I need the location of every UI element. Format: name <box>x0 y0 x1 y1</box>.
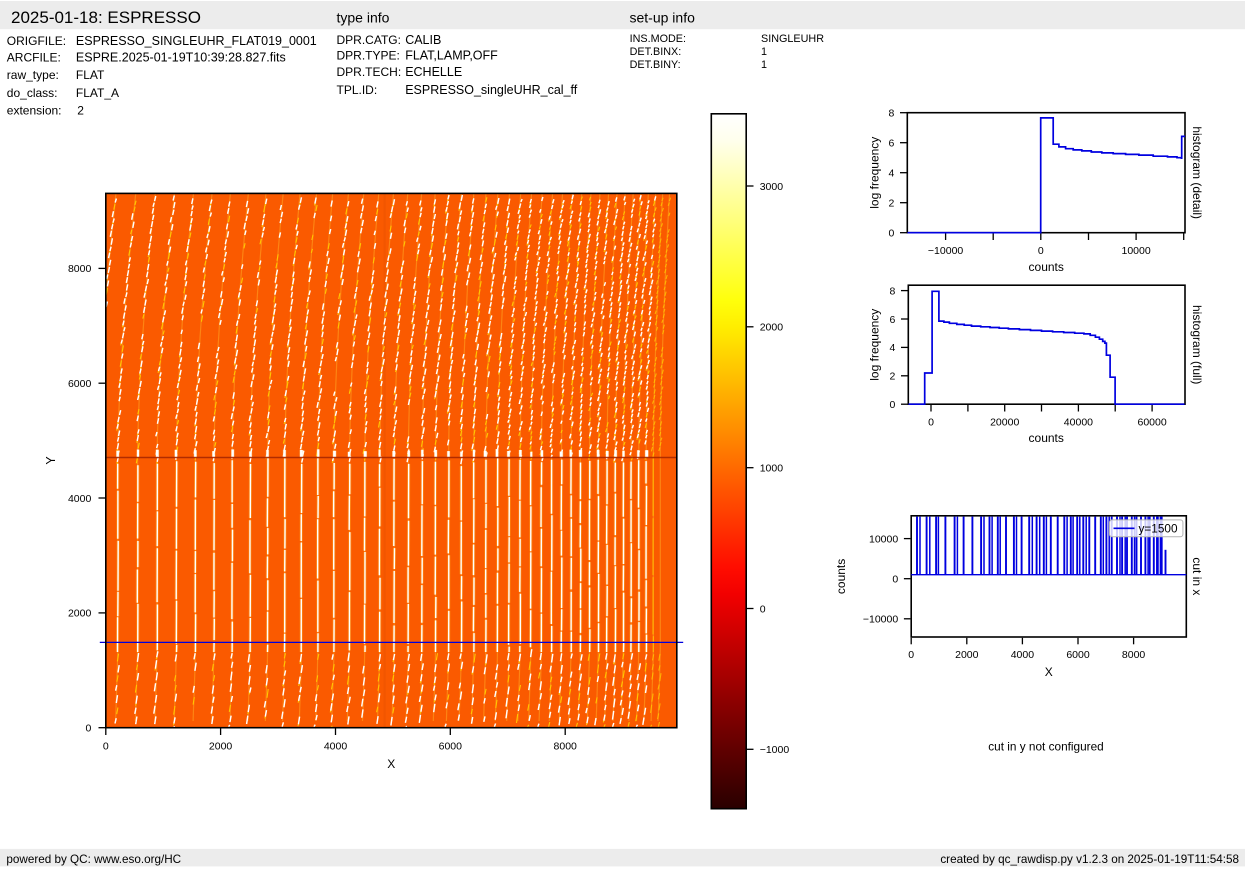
svg-text:8: 8 <box>888 108 894 120</box>
svg-text:3000: 3000 <box>760 181 784 193</box>
svg-text:1000: 1000 <box>760 463 784 475</box>
svg-text:6: 6 <box>888 138 894 150</box>
svg-text:0: 0 <box>760 603 766 615</box>
svg-text:0: 0 <box>928 417 934 429</box>
svg-text:2000: 2000 <box>955 649 979 661</box>
svg-text:60000: 60000 <box>1137 417 1166 429</box>
svg-text:histogram (full): histogram (full) <box>1190 305 1204 384</box>
svg-text:4000: 4000 <box>1011 649 1035 661</box>
svg-text:8000: 8000 <box>68 263 92 275</box>
svg-text:0: 0 <box>908 649 914 661</box>
svg-text:TPL.ID:: TPL.ID: <box>337 83 378 97</box>
svg-text:FLAT,LAMP,OFF: FLAT,LAMP,OFF <box>405 49 498 63</box>
svg-text:INS.MODE:: INS.MODE: <box>630 33 686 45</box>
svg-text:log frequency: log frequency <box>867 309 881 381</box>
svg-text:10000: 10000 <box>869 533 898 545</box>
svg-text:DET.BINY:: DET.BINY: <box>630 59 681 71</box>
svg-text:4: 4 <box>889 342 895 354</box>
svg-text:X: X <box>387 757 395 771</box>
svg-text:DET.BINX:: DET.BINX: <box>630 46 682 58</box>
svg-text:ESPRE.2025-01-19T10:39:28.827.: ESPRE.2025-01-19T10:39:28.827.fits <box>76 51 286 65</box>
svg-text:SINGLEUHR: SINGLEUHR <box>761 33 824 45</box>
svg-text:log frequency: log frequency <box>867 137 881 209</box>
svg-text:6000: 6000 <box>439 741 463 753</box>
svg-text:DPR.CATG:: DPR.CATG: <box>337 33 401 47</box>
svg-text:cut in x: cut in x <box>1190 557 1204 595</box>
svg-text:20000: 20000 <box>990 417 1019 429</box>
svg-text:CALIB: CALIB <box>405 33 441 47</box>
svg-text:2000: 2000 <box>68 608 92 620</box>
svg-text:FLAT_A: FLAT_A <box>76 86 119 100</box>
svg-text:powered by QC: www.eso.org/HC: powered by QC: www.eso.org/HC <box>6 853 181 866</box>
svg-text:created by qc_rawdisp.py v1.2.: created by qc_rawdisp.py v1.2.3 on 2025-… <box>940 853 1239 866</box>
svg-text:X: X <box>1045 665 1053 679</box>
svg-text:1: 1 <box>761 59 767 71</box>
svg-text:do_class:: do_class: <box>7 86 58 100</box>
svg-text:DPR.TECH:: DPR.TECH: <box>337 65 402 79</box>
svg-text:8000: 8000 <box>554 741 578 753</box>
svg-text:counts: counts <box>1029 260 1064 274</box>
svg-text:−1000: −1000 <box>760 744 790 756</box>
svg-text:ORIGFILE:: ORIGFILE: <box>7 34 66 48</box>
svg-text:2: 2 <box>888 198 894 210</box>
svg-text:0: 0 <box>103 741 109 753</box>
svg-text:6000: 6000 <box>68 378 92 390</box>
svg-text:ARCFILE:: ARCFILE: <box>7 51 61 65</box>
svg-text:ESPRESSO_SINGLEUHR_FLAT019_000: ESPRESSO_SINGLEUHR_FLAT019_0001 <box>76 34 317 48</box>
svg-text:0: 0 <box>1038 245 1044 257</box>
svg-text:−10000: −10000 <box>863 614 898 626</box>
svg-text:ESPRESSO_singleUHR_cal_ff: ESPRESSO_singleUHR_cal_ff <box>405 83 578 97</box>
svg-text:−10000: −10000 <box>928 245 963 257</box>
svg-text:6: 6 <box>889 314 895 326</box>
svg-text:cut in y not configured: cut in y not configured <box>988 740 1103 754</box>
svg-text:2: 2 <box>889 371 895 383</box>
svg-text:8: 8 <box>889 285 895 297</box>
svg-text:FLAT: FLAT <box>76 68 105 82</box>
svg-text:0: 0 <box>892 574 898 586</box>
svg-text:counts: counts <box>834 559 848 594</box>
svg-text:4: 4 <box>888 168 894 180</box>
svg-text:extension:: extension: <box>7 104 62 118</box>
svg-text:40000: 40000 <box>1064 417 1093 429</box>
svg-text:2025-01-18: ESPRESSO: 2025-01-18: ESPRESSO <box>11 8 201 27</box>
svg-text:8000: 8000 <box>1122 649 1146 661</box>
svg-text:2000: 2000 <box>760 322 784 334</box>
svg-text:6000: 6000 <box>1066 649 1090 661</box>
svg-text:counts: counts <box>1029 431 1064 445</box>
svg-text:2: 2 <box>77 104 84 118</box>
svg-text:4000: 4000 <box>68 493 92 505</box>
svg-text:DPR.TYPE:: DPR.TYPE: <box>337 49 400 63</box>
svg-text:10000: 10000 <box>1121 245 1150 257</box>
svg-text:1: 1 <box>761 46 767 58</box>
svg-text:2000: 2000 <box>209 741 233 753</box>
svg-text:type info: type info <box>337 10 390 26</box>
svg-text:Y: Y <box>44 456 58 465</box>
svg-text:ECHELLE: ECHELLE <box>405 65 462 79</box>
svg-text:0: 0 <box>85 723 91 735</box>
svg-text:set-up info: set-up info <box>630 10 696 26</box>
svg-text:raw_type:: raw_type: <box>7 68 59 82</box>
svg-text:y=1500: y=1500 <box>1139 521 1178 535</box>
svg-text:4000: 4000 <box>324 741 348 753</box>
svg-text:0: 0 <box>889 399 895 411</box>
svg-text:0: 0 <box>888 228 894 240</box>
svg-text:histogram (detail): histogram (detail) <box>1190 126 1204 219</box>
